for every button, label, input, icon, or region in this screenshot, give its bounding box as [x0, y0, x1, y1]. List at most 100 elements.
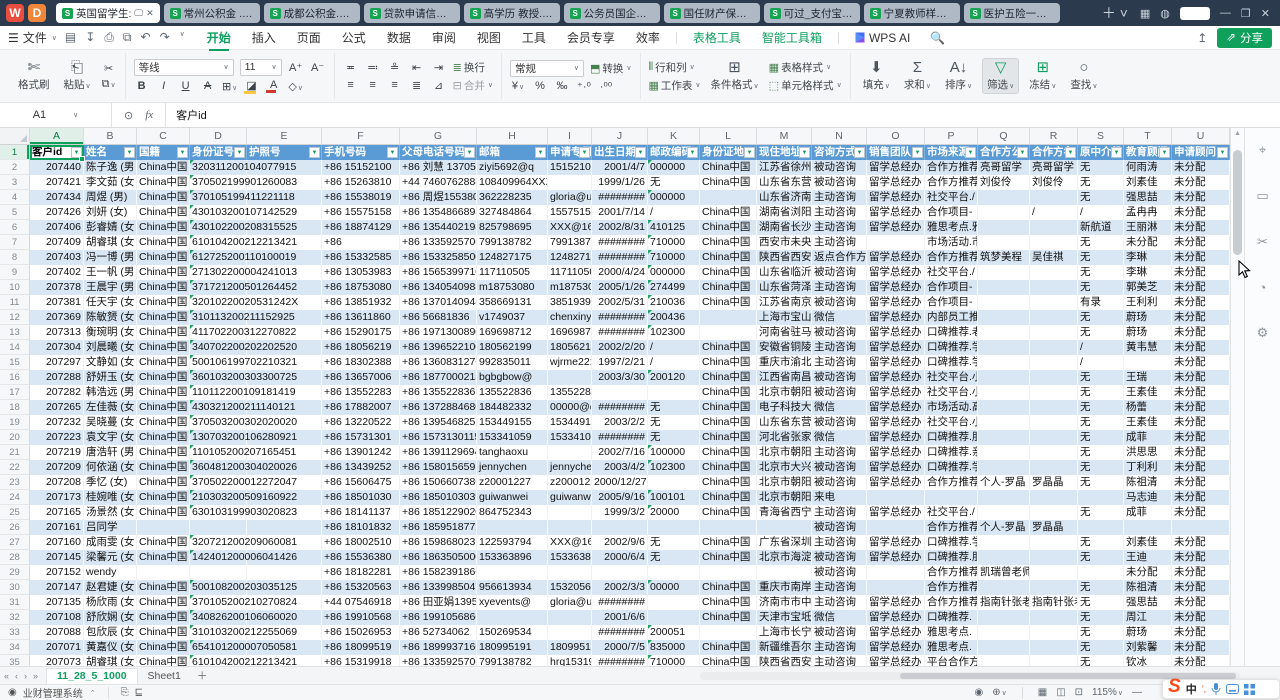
cell[interactable]: 刘妍 (女) — [84, 205, 137, 220]
cell[interactable] — [1030, 535, 1078, 550]
align-center-icon[interactable]: ≡ — [365, 79, 381, 91]
cell[interactable] — [700, 190, 757, 205]
cell[interactable]: +86 18056219 — [322, 340, 400, 355]
cell[interactable] — [1030, 580, 1078, 595]
cell[interactable]: 155751588 — [548, 205, 592, 220]
cell[interactable]: 825798695 — [477, 220, 548, 235]
cell[interactable]: 电子科技大 — [757, 400, 812, 415]
cell[interactable]: 20000 — [648, 505, 700, 520]
cell[interactable]: 河北省张家 — [757, 430, 812, 445]
cell[interactable]: 207135 — [30, 595, 84, 610]
cell[interactable]: 丁利利 — [1124, 460, 1172, 475]
cell[interactable]: 未分配 — [1172, 265, 1230, 280]
cell[interactable] — [1030, 310, 1078, 325]
cell[interactable]: 黄韦慧 — [1124, 340, 1172, 355]
cell[interactable]: 被动咨询 — [812, 295, 867, 310]
row-header[interactable]: 3 — [0, 175, 30, 190]
cell[interactable]: 桂婉唯 (女 — [84, 490, 137, 505]
cell[interactable]: 207265 — [30, 400, 84, 415]
cell[interactable]: 710000 — [648, 235, 700, 250]
column-header-L[interactable]: L — [700, 128, 757, 144]
cell[interactable]: 370105200210270824 — [190, 595, 247, 610]
cell[interactable]: 社交平台.小 — [925, 385, 978, 400]
cell[interactable]: 1999/3/2 — [592, 505, 648, 520]
cell[interactable]: 654101200007050581 — [190, 640, 247, 655]
row-header[interactable]: 1 — [0, 145, 30, 160]
cell[interactable] — [978, 430, 1030, 445]
filter-dropdown-icon[interactable]: ▼ — [579, 147, 590, 158]
filter-dropdown-icon[interactable]: ▼ — [854, 147, 865, 158]
cell[interactable]: v1749037 — [477, 310, 548, 325]
column-header-S[interactable]: S — [1078, 128, 1124, 144]
cell[interactable]: 返点合作方 — [812, 250, 867, 265]
cell[interactable]: 留学总经办 — [867, 325, 925, 340]
cell[interactable]: 微信 — [812, 310, 867, 325]
cell[interactable]: 合作方推荐 — [925, 475, 978, 490]
cell[interactable]: ######## — [592, 325, 648, 340]
cell[interactable]: 未分配 — [1172, 175, 1230, 190]
header-cell[interactable]: 咨询方式▼ — [812, 145, 867, 160]
cell[interactable]: 被动咨询 — [812, 565, 867, 580]
row-header[interactable]: 13 — [0, 325, 30, 340]
cell[interactable]: 主动咨询 — [812, 535, 867, 550]
cell[interactable]: 207381 — [30, 295, 84, 310]
cell[interactable] — [978, 400, 1030, 415]
cell[interactable]: 500106199702210321 — [190, 355, 247, 370]
cell[interactable]: 327484864 — [477, 205, 548, 220]
filter-dropdown-icon[interactable]: ▼ — [309, 147, 320, 158]
cell[interactable]: 留学总经办 — [867, 355, 925, 370]
cell[interactable]: China中国 — [700, 505, 757, 520]
cell[interactable]: 有录 — [1078, 295, 1124, 310]
cell[interactable]: 罗晶晶 — [1030, 475, 1078, 490]
cell[interactable] — [1030, 190, 1078, 205]
cell[interactable]: m18753080 — [477, 280, 548, 295]
align-right-icon[interactable]: ≡ — [387, 79, 403, 91]
cell[interactable]: +86 1582391866 — [400, 565, 477, 580]
cell[interactable]: 180562199 — [548, 340, 592, 355]
sort-button[interactable]: A↓排序∨ — [941, 59, 976, 93]
cell[interactable]: +86 1506607386 — [400, 475, 477, 490]
cell[interactable] — [548, 610, 592, 625]
cell[interactable]: China中国 — [700, 535, 757, 550]
cell[interactable]: China中国 — [700, 550, 757, 565]
cell[interactable]: 2002/5/31 — [592, 295, 648, 310]
row-header[interactable]: 4 — [0, 190, 30, 205]
column-header-R[interactable]: R — [1030, 128, 1078, 144]
cell[interactable] — [978, 640, 1030, 655]
cell[interactable]: 无 — [648, 550, 700, 565]
cell[interactable]: 未分配 — [1172, 160, 1230, 175]
cell[interactable]: 207297 — [30, 355, 84, 370]
cell[interactable]: 340826200106060020 — [190, 610, 247, 625]
row-header[interactable]: 18 — [0, 400, 30, 415]
filter-dropdown-icon[interactable]: ▼ — [1017, 147, 1028, 158]
justify-icon[interactable]: ≣ — [409, 79, 425, 92]
close-tab-icon[interactable]: ✕ — [146, 8, 154, 19]
cell[interactable]: 刘紫馨 — [1124, 640, 1172, 655]
cell[interactable] — [1030, 370, 1078, 385]
cell[interactable] — [1124, 520, 1172, 535]
filter-dropdown-icon[interactable]: ▼ — [912, 147, 923, 158]
cell[interactable] — [548, 625, 592, 640]
cell[interactable]: 未分配 — [1172, 610, 1230, 625]
column-header-A[interactable]: A — [30, 128, 84, 144]
cell[interactable]: 未分配 — [1172, 550, 1230, 565]
cell[interactable]: 992835011 — [477, 355, 548, 370]
increase-decimal-icon[interactable]: ⁺·⁰ — [576, 80, 592, 93]
cell[interactable]: 王迪 — [1124, 550, 1172, 565]
settings-icon[interactable]: ⚙ — [1257, 325, 1269, 341]
row-header[interactable]: 30 — [0, 580, 30, 595]
cell[interactable]: 被动咨询 — [812, 520, 867, 535]
sheet-tab-Sheet1[interactable]: Sheet1 — [138, 668, 191, 684]
row-header[interactable]: 22 — [0, 460, 30, 475]
cell[interactable]: +86 1354866895 — [400, 205, 477, 220]
cell[interactable]: 成菲 — [1124, 430, 1172, 445]
cell[interactable]: +86 15152100 — [322, 160, 400, 175]
cell[interactable]: 包欣辰 (女 — [84, 625, 137, 640]
cell[interactable]: 合作方推荐. — [925, 520, 978, 535]
cell[interactable]: China中国 — [700, 430, 757, 445]
cell[interactable] — [867, 580, 925, 595]
cell[interactable]: 王一帆 (男 — [84, 265, 137, 280]
cell[interactable]: / — [648, 340, 700, 355]
cell[interactable]: 117110505 — [548, 265, 592, 280]
cell[interactable]: chenxinyur — [548, 310, 592, 325]
